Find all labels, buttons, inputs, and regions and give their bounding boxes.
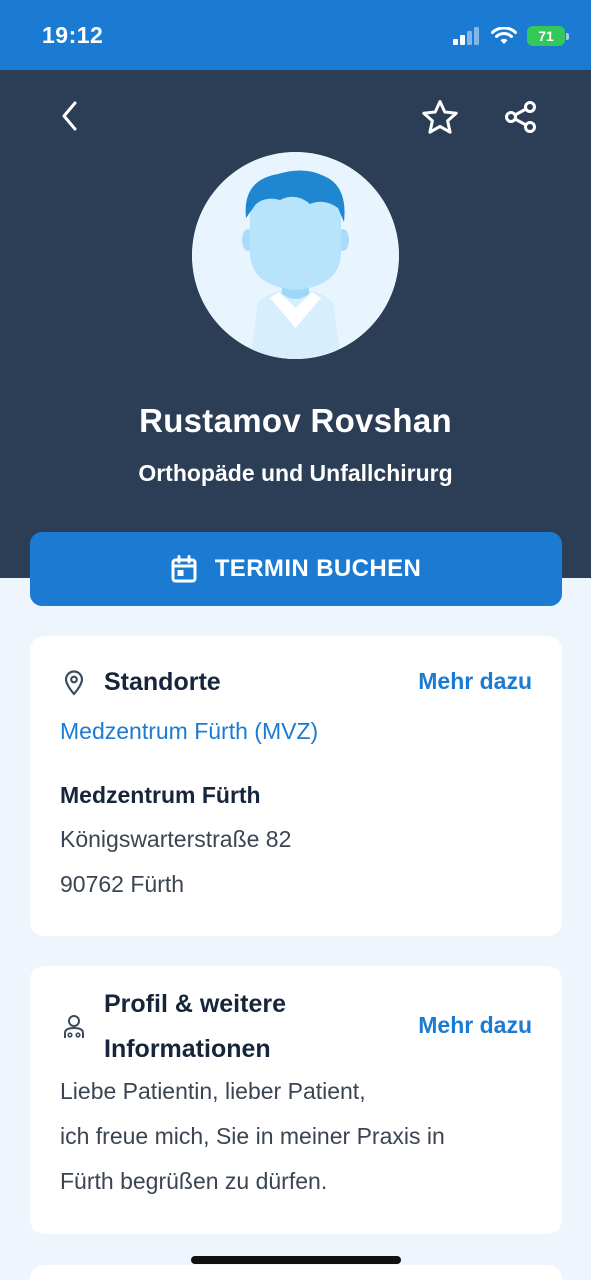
profile-card: Profil & weitere Informationen Mehr dazu… (30, 966, 562, 1234)
wifi-icon (491, 26, 517, 44)
calendar-icon (171, 555, 197, 583)
status-time: 19:12 (42, 22, 104, 48)
status-bar: 19:12 71 (0, 0, 591, 70)
location-link[interactable]: Medzentrum Fürth (MVZ) (60, 718, 318, 745)
locations-card: Standorte Mehr dazu Medzentrum Fürth (MV… (30, 636, 562, 936)
profile-more-link[interactable]: Mehr dazu (418, 1012, 532, 1039)
locations-more-link[interactable]: Mehr dazu (418, 668, 532, 695)
profile-text-line1: Liebe Patientin, lieber Patient, (60, 1078, 366, 1104)
profile-text-line2: ich freue mich, Sie in meiner Praxis in (60, 1123, 445, 1149)
home-indicator[interactable] (191, 1256, 401, 1264)
doctor-avatar (192, 152, 399, 359)
profile-title-line1: Profil & weitere (104, 990, 286, 1018)
doctor-icon (64, 1015, 84, 1038)
share-icon (505, 101, 536, 133)
battery-level: 71 (538, 28, 554, 44)
share-button[interactable] (499, 95, 543, 139)
profile-title-line2: Informationen (104, 1035, 271, 1063)
profile-text-line3: Fürth begrüßen zu dürfen. (60, 1168, 328, 1194)
doctor-header: Rustamov Rovshan Orthopäde und Unfallchi… (0, 70, 591, 578)
battery-indicator: 71 (527, 26, 569, 46)
doctor-specialty: Orthopäde und Unfallchirurg (138, 460, 453, 486)
location-city: 90762 Fürth (60, 871, 185, 897)
back-button[interactable] (48, 94, 92, 138)
chevron-left-icon (62, 101, 77, 131)
location-name: Medzentrum Fürth (60, 782, 261, 808)
star-icon (422, 100, 458, 134)
favorite-button[interactable] (418, 95, 462, 139)
status-icons: 71 (453, 24, 569, 48)
location-street: Königswarterstraße 82 (60, 826, 292, 852)
doctor-name: Rustamov Rovshan (139, 402, 452, 439)
locations-title: Standorte (104, 668, 221, 696)
doctor-placeholder-icon (192, 152, 399, 359)
book-appointment-button[interactable]: TERMIN BUCHEN (30, 532, 562, 606)
next-card (30, 1265, 562, 1280)
location-pin-icon (64, 670, 84, 696)
book-appointment-label: TERMIN BUCHEN (214, 555, 422, 582)
cellular-signal-icon (453, 27, 479, 45)
